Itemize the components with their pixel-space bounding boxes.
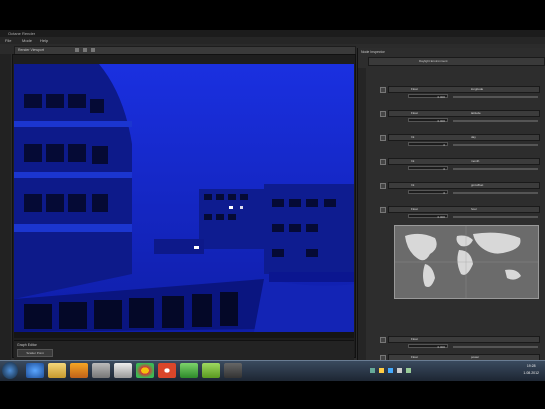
render-pause-icon[interactable] [91, 48, 95, 52]
property-field[interactable]: 0 [408, 166, 448, 171]
property-slider[interactable] [453, 120, 538, 122]
folder-icon[interactable] [48, 363, 66, 378]
property-row: Float longitude [388, 86, 540, 93]
node-inspector-title: Node Inspector [361, 50, 385, 54]
property-row: Float latitude [388, 110, 540, 117]
tray-icon[interactable] [379, 368, 384, 373]
title-bar: Octane Render [0, 30, 545, 37]
menu-bar: File Mode Help [0, 37, 545, 44]
menu-help[interactable]: Help [40, 37, 48, 44]
menu-file[interactable]: File [5, 37, 11, 44]
chrome-icon[interactable] [136, 363, 154, 378]
network-icon[interactable] [406, 368, 411, 373]
graph-editor-tab[interactable]: Scatter Point [17, 349, 53, 357]
property-slider[interactable] [453, 346, 538, 348]
property-field[interactable]: 0.000 [408, 344, 448, 349]
render-viewport[interactable] [14, 64, 354, 332]
window-title: Octane Render [8, 31, 36, 36]
property-row: Float hour [388, 206, 540, 213]
render-stop-icon[interactable] [83, 48, 87, 52]
render-image [14, 64, 354, 332]
property-field[interactable]: 0.000 [408, 214, 448, 219]
system-tray [370, 366, 500, 375]
property-field[interactable]: 0 [408, 142, 448, 147]
render-start-icon[interactable] [75, 48, 79, 52]
property-field[interactable]: 0.000 [408, 118, 448, 123]
world-map-picker[interactable] [394, 225, 539, 299]
windows-orb[interactable] [2, 362, 18, 379]
app-icon-1[interactable] [92, 363, 110, 378]
expand-icon[interactable] [380, 337, 386, 343]
tray-icon[interactable] [388, 368, 393, 373]
windows-taskbar: 19:28 1.08.2012 [0, 360, 545, 381]
menu-mode[interactable]: Mode [22, 37, 32, 44]
property-slider[interactable] [453, 216, 538, 218]
world-map-icon [395, 226, 538, 298]
app-icon-3[interactable] [158, 363, 176, 378]
app-icon-4[interactable] [202, 363, 220, 378]
property-row: Int day [388, 134, 540, 141]
property-slider[interactable] [453, 192, 538, 194]
property-field[interactable]: 0.000 [408, 94, 448, 99]
media-player-icon[interactable] [70, 363, 88, 378]
node-inspector-panel: Node Inspector Daylight Environment Floa… [357, 48, 545, 368]
property-row: Int gmtoffset [388, 182, 540, 189]
left-toolbar [0, 54, 11, 364]
graph-editor-title: Graph Editor [17, 343, 37, 347]
expand-icon[interactable] [380, 87, 386, 93]
viewport-status-bar [14, 332, 354, 338]
graph-editor-panel: Graph Editor Scatter Point [14, 340, 354, 361]
inspector-mode-label: Daylight Environment [419, 59, 448, 63]
internet-explorer-icon[interactable] [26, 363, 44, 378]
utorrent-icon[interactable] [180, 363, 198, 378]
app-icon-2[interactable] [114, 363, 132, 378]
application-window: Octane Render File Mode Help Render View… [0, 30, 545, 378]
tray-icon[interactable] [370, 368, 375, 373]
property-slider[interactable] [453, 96, 538, 98]
property-field[interactable]: 0 [408, 190, 448, 195]
clock-date: 1.08.2012 [523, 371, 539, 375]
clock-time: 19:28 [526, 364, 536, 368]
property-row: Int month [388, 158, 540, 165]
app-icon-5[interactable] [224, 363, 242, 378]
clock[interactable]: 19:28 1.08.2012 [523, 363, 539, 377]
expand-icon[interactable] [380, 183, 386, 189]
property-slider[interactable] [453, 168, 538, 170]
expand-icon[interactable] [380, 135, 386, 141]
expand-icon[interactable] [380, 207, 386, 213]
inspector-side-strip [358, 68, 366, 368]
expand-icon[interactable] [380, 159, 386, 165]
inspector-toolbar: Daylight Environment [368, 57, 545, 66]
volume-icon[interactable] [397, 368, 402, 373]
property-slider[interactable] [453, 144, 538, 146]
property-row: Float [388, 336, 540, 343]
viewport-title: Render Viewport [18, 48, 45, 52]
expand-icon[interactable] [380, 111, 386, 117]
